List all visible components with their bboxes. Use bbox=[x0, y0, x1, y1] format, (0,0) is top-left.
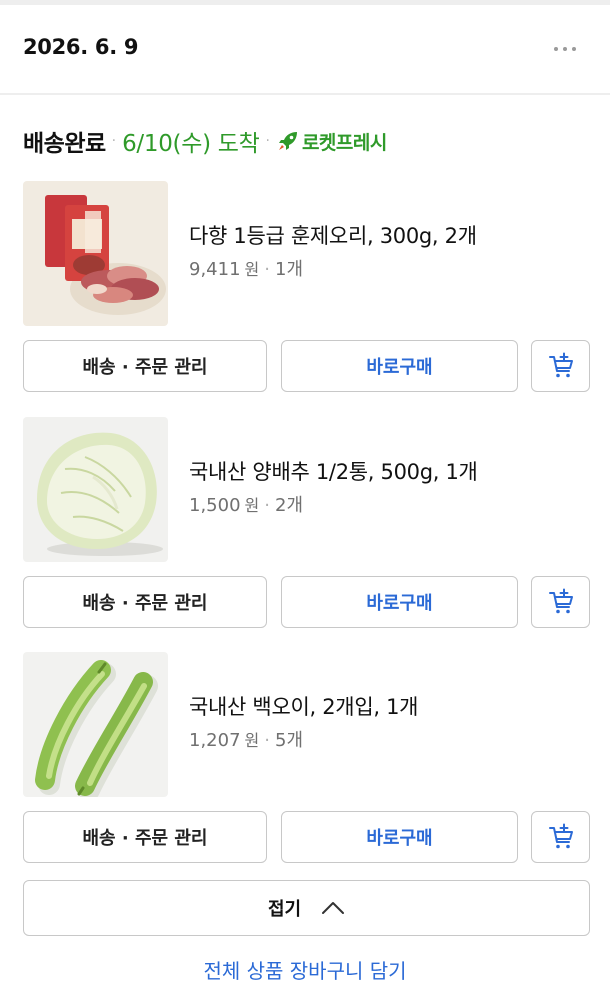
more-dot bbox=[572, 47, 576, 51]
add-all-to-cart-link[interactable]: 전체 상품 장바구니 담기 bbox=[0, 955, 610, 984]
product-price: 1,500 bbox=[189, 495, 241, 516]
meta-separator: · bbox=[264, 730, 270, 751]
currency-unit: 원 bbox=[244, 260, 260, 279]
product-image[interactable] bbox=[23, 417, 168, 562]
currency-unit: 원 bbox=[244, 496, 260, 515]
order-item: 국내산 백오이, 2개입, 1개 1,207 원 · 5개 배송 · 주문 관리 바로… bbox=[0, 652, 610, 863]
manage-order-button[interactable]: 배송 · 주문 관리 bbox=[23, 576, 267, 628]
order-date: 2026. 6. 9 bbox=[23, 35, 139, 59]
manage-order-button[interactable]: 배송 · 주문 관리 bbox=[23, 811, 267, 863]
currency-unit: 원 bbox=[244, 731, 260, 750]
product-image[interactable] bbox=[23, 652, 168, 797]
buy-now-button[interactable]: 바로구매 bbox=[281, 576, 518, 628]
order-item: 국내산 양배추 1/2통, 500g, 1개 1,500 원 · 2개 배송 · 주문… bbox=[0, 417, 610, 628]
product-price-line: 1,500 원 · 2개 bbox=[189, 491, 303, 517]
buy-now-button[interactable]: 바로구매 bbox=[281, 811, 518, 863]
manage-order-button[interactable]: 배송 · 주문 관리 bbox=[23, 340, 267, 392]
product-image[interactable] bbox=[23, 181, 168, 326]
add-to-cart-icon bbox=[548, 823, 573, 849]
product-price: 9,411 bbox=[189, 259, 241, 280]
product-quantity: 5개 bbox=[275, 730, 304, 751]
product-price: 1,207 bbox=[189, 730, 241, 751]
order-header: 2026. 6. 9 bbox=[0, 5, 610, 95]
collapse-button[interactable]: 접기 bbox=[23, 880, 590, 936]
delivery-status-line: 배송완료 · 6/10(수) 도착 · 로켓프레시 bbox=[23, 124, 387, 158]
half-cabbage-image bbox=[23, 417, 168, 562]
product-quantity: 1개 bbox=[275, 259, 304, 280]
add-to-cart-button[interactable] bbox=[531, 576, 590, 628]
order-item: 다향 1등급 훈제오리, 300g, 2개 9,411 원 · 1개 배송 · 주문 … bbox=[0, 181, 610, 392]
status-separator: · bbox=[111, 133, 117, 149]
chevron-up-icon bbox=[322, 902, 345, 914]
delivery-status: 배송완료 bbox=[23, 131, 106, 157]
more-dot bbox=[563, 47, 567, 51]
collapse-label: 접기 bbox=[267, 899, 302, 920]
status-separator: · bbox=[265, 133, 270, 149]
add-to-cart-icon bbox=[548, 588, 573, 614]
cucumbers-image bbox=[23, 652, 168, 797]
product-title[interactable]: 국내산 양배추 1/2통, 500g, 1개 bbox=[189, 456, 478, 486]
meta-separator: · bbox=[264, 259, 270, 280]
product-title[interactable]: 다향 1등급 훈제오리, 300g, 2개 bbox=[189, 220, 477, 250]
add-to-cart-button[interactable] bbox=[531, 811, 590, 863]
smoked-duck-package-image bbox=[23, 181, 168, 326]
product-quantity: 2개 bbox=[275, 495, 304, 516]
rocket-icon bbox=[278, 132, 297, 150]
product-title[interactable]: 국내산 백오이, 2개입, 1개 bbox=[189, 691, 418, 721]
product-price-line: 9,411 원 · 1개 bbox=[189, 255, 303, 281]
arrival-date: 6/10(수) 도착 bbox=[122, 131, 260, 157]
add-to-cart-icon bbox=[548, 352, 573, 378]
add-to-cart-button[interactable] bbox=[531, 340, 590, 392]
rocket-fresh-badge: 로켓프레시 bbox=[301, 131, 387, 154]
meta-separator: · bbox=[264, 495, 270, 516]
buy-now-button[interactable]: 바로구매 bbox=[281, 340, 518, 392]
product-price-line: 1,207 원 · 5개 bbox=[189, 726, 303, 752]
more-options-button[interactable] bbox=[545, 33, 585, 65]
more-dot bbox=[554, 47, 558, 51]
